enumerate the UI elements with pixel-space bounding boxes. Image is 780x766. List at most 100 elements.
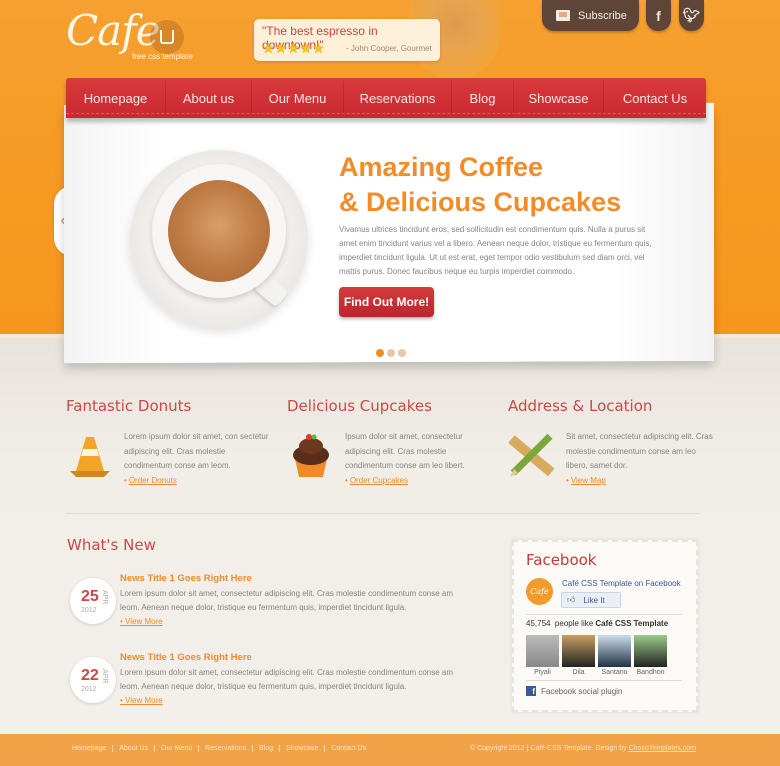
cupcake-icon xyxy=(293,434,329,477)
nav-homepage[interactable]: Homepage xyxy=(66,81,166,115)
footer-link-showcase[interactable]: Showcase xyxy=(280,745,326,752)
facebook-icon: f xyxy=(656,7,661,24)
thumbs-up-icon: 👍︎ xyxy=(567,595,576,604)
testimonial: "The best espresso in downtown!" ★★★★★ -… xyxy=(254,19,440,61)
main-nav: Homepage About us Our Menu Reservations … xyxy=(66,78,706,118)
subscribe-button[interactable]: Subscribe xyxy=(542,0,639,31)
facebook-page-link[interactable]: Café CSS Template on Facebook xyxy=(562,579,681,588)
news-date-badge: 22 APR 2012 xyxy=(70,657,116,703)
news-title-link[interactable]: News Title 1 Goes Right Here xyxy=(120,573,252,584)
find-out-more-button[interactable]: Find Out More! xyxy=(339,287,434,317)
like-label: Like It xyxy=(583,595,605,605)
fan-photo xyxy=(634,635,667,667)
ruler-pencil-icon xyxy=(508,433,555,477)
nav-reservations[interactable]: Reservations xyxy=(344,81,452,115)
nav-our-menu[interactable]: Our Menu xyxy=(252,81,344,115)
news-title-link[interactable]: News Title 1 Goes Right Here xyxy=(120,652,252,663)
nav-about-us[interactable]: About us xyxy=(166,81,252,115)
facebook-social-plugin[interactable]: f Facebook social plugin xyxy=(526,686,622,696)
view-more-link[interactable]: • View More xyxy=(120,696,163,705)
hero-title: Amazing Coffee & Delicious Cupcakes xyxy=(339,150,621,220)
slider-dot-2[interactable] xyxy=(387,349,395,357)
feature-text: Ipsum dolor sit amet, consectetur adipis… xyxy=(345,432,465,470)
feature-location: Address & Location Sit amet, consectetur… xyxy=(508,397,718,485)
news-date-badge: 25 APR 2012 xyxy=(70,578,116,624)
footer-link-our-menu[interactable]: Our Menu xyxy=(155,745,200,752)
slider-pagination xyxy=(376,349,406,357)
nav-contact-us[interactable]: Contact Us xyxy=(604,81,706,115)
envelope-icon xyxy=(556,10,570,21)
copyright-text: © Copyright 2012 | Café CSS Template. De… xyxy=(470,745,627,752)
footer-link-blog[interactable]: Blog xyxy=(253,745,281,752)
news-month: APR xyxy=(101,590,108,605)
page-name: Café CSS Template xyxy=(595,619,669,628)
fan-name: Dila xyxy=(572,669,585,676)
slider-dot-3[interactable] xyxy=(398,349,406,357)
testimonial-author: - John Cooper, Gourmet xyxy=(346,44,432,53)
feature-text: Lorem ipsum dolor sit amet, con sectetur… xyxy=(124,432,269,470)
hero-text: Vivamus ultrices tincidunt eros, sed sol… xyxy=(339,225,652,276)
coffee-cup-icon xyxy=(150,20,184,54)
news-day: 25 xyxy=(81,588,99,605)
subscribe-label: Subscribe xyxy=(578,9,627,22)
slider-dot-1[interactable] xyxy=(376,349,384,357)
traffic-cone-icon xyxy=(70,437,110,477)
like-count-number: 45,754 xyxy=(526,619,551,628)
facebook-fans: Piyali Dila Santanu Bandhon xyxy=(526,635,667,680)
facebook-like-button[interactable]: 👍︎ Like It xyxy=(561,592,621,608)
news-text: Lorem ipsum dolor sit amet, consectetur … xyxy=(120,589,454,612)
news-month: APR xyxy=(101,669,108,684)
logo[interactable]: Cafe free css template xyxy=(66,6,206,66)
fan-name: Piyali xyxy=(534,669,551,676)
designer-link[interactable]: ChocoTemplates.com xyxy=(629,745,696,752)
divider xyxy=(526,680,682,681)
logo-text: Cafe xyxy=(66,6,161,55)
view-map-link[interactable]: View Map xyxy=(566,476,606,485)
order-cupcakes-link[interactable]: Order Cupcakes xyxy=(345,476,408,485)
fan-item[interactable]: Bandhon xyxy=(634,635,667,680)
facebook-icon: f xyxy=(526,686,536,696)
footer-link-contact-us[interactable]: Contact Us xyxy=(325,745,372,752)
feature-title: Address & Location xyxy=(508,397,653,415)
plugin-label: Facebook social plugin xyxy=(541,686,623,696)
news-text: Lorem ipsum dolor sit amet, consectetur … xyxy=(120,668,454,691)
coffee-latte-art xyxy=(168,180,270,282)
news-day: 22 xyxy=(81,667,99,684)
footer-link-reservations[interactable]: Reservations xyxy=(199,745,254,752)
view-more-link[interactable]: • View More xyxy=(120,617,163,626)
feature-donuts: Fantastic Donuts Lorem ipsum dolor sit a… xyxy=(66,397,276,485)
fan-photo xyxy=(526,635,559,667)
news-year: 2012 xyxy=(81,686,97,693)
news-year: 2012 xyxy=(81,607,97,614)
facebook-like-count: 45,754 people like Café CSS Template xyxy=(526,619,668,628)
fan-item[interactable]: Piyali xyxy=(526,635,559,680)
star-rating: ★★★★★ xyxy=(262,40,325,56)
twitter-button[interactable]: 🐦︎ xyxy=(679,0,704,31)
nav-showcase[interactable]: Showcase xyxy=(514,81,604,115)
divider xyxy=(526,614,682,615)
feature-text: Sit amet, consectetur adipiscing elit. C… xyxy=(566,432,713,470)
nav-blog[interactable]: Blog xyxy=(452,81,514,115)
whats-new-title: What's New xyxy=(67,536,156,554)
fan-item[interactable]: Santanu xyxy=(598,635,631,680)
people-like-text: people like xyxy=(554,619,594,628)
fan-item[interactable]: Dila xyxy=(562,635,595,680)
hero-title-line1: Amazing Coffee xyxy=(339,152,544,182)
footer-nav: Homepage About Us Our Menu Reservations … xyxy=(72,745,372,752)
feature-cupcakes: Delicious Cupcakes Ipsum dolor sit amet,… xyxy=(287,397,497,485)
footer-link-about-us[interactable]: About Us xyxy=(113,745,156,752)
copyright: © Copyright 2012 | Café CSS Template. De… xyxy=(470,745,696,752)
feature-title: Fantastic Donuts xyxy=(66,397,192,415)
facebook-widget: Facebook Cafe Café CSS Template on Faceb… xyxy=(512,540,698,712)
feature-title: Delicious Cupcakes xyxy=(287,397,432,415)
facebook-widget-title: Facebook xyxy=(526,551,597,569)
twitter-bird-icon: 🐦︎ xyxy=(682,7,701,23)
order-donuts-link[interactable]: Order Donuts xyxy=(124,476,177,485)
hero-title-line2: & Delicious Cupcakes xyxy=(339,187,622,217)
fan-photo xyxy=(562,635,595,667)
facebook-button[interactable]: f xyxy=(646,0,671,31)
fan-photo xyxy=(598,635,631,667)
footer-link-homepage[interactable]: Homepage xyxy=(72,745,114,752)
cafe-page-avatar[interactable]: Cafe xyxy=(526,578,553,605)
section-divider xyxy=(66,513,700,514)
